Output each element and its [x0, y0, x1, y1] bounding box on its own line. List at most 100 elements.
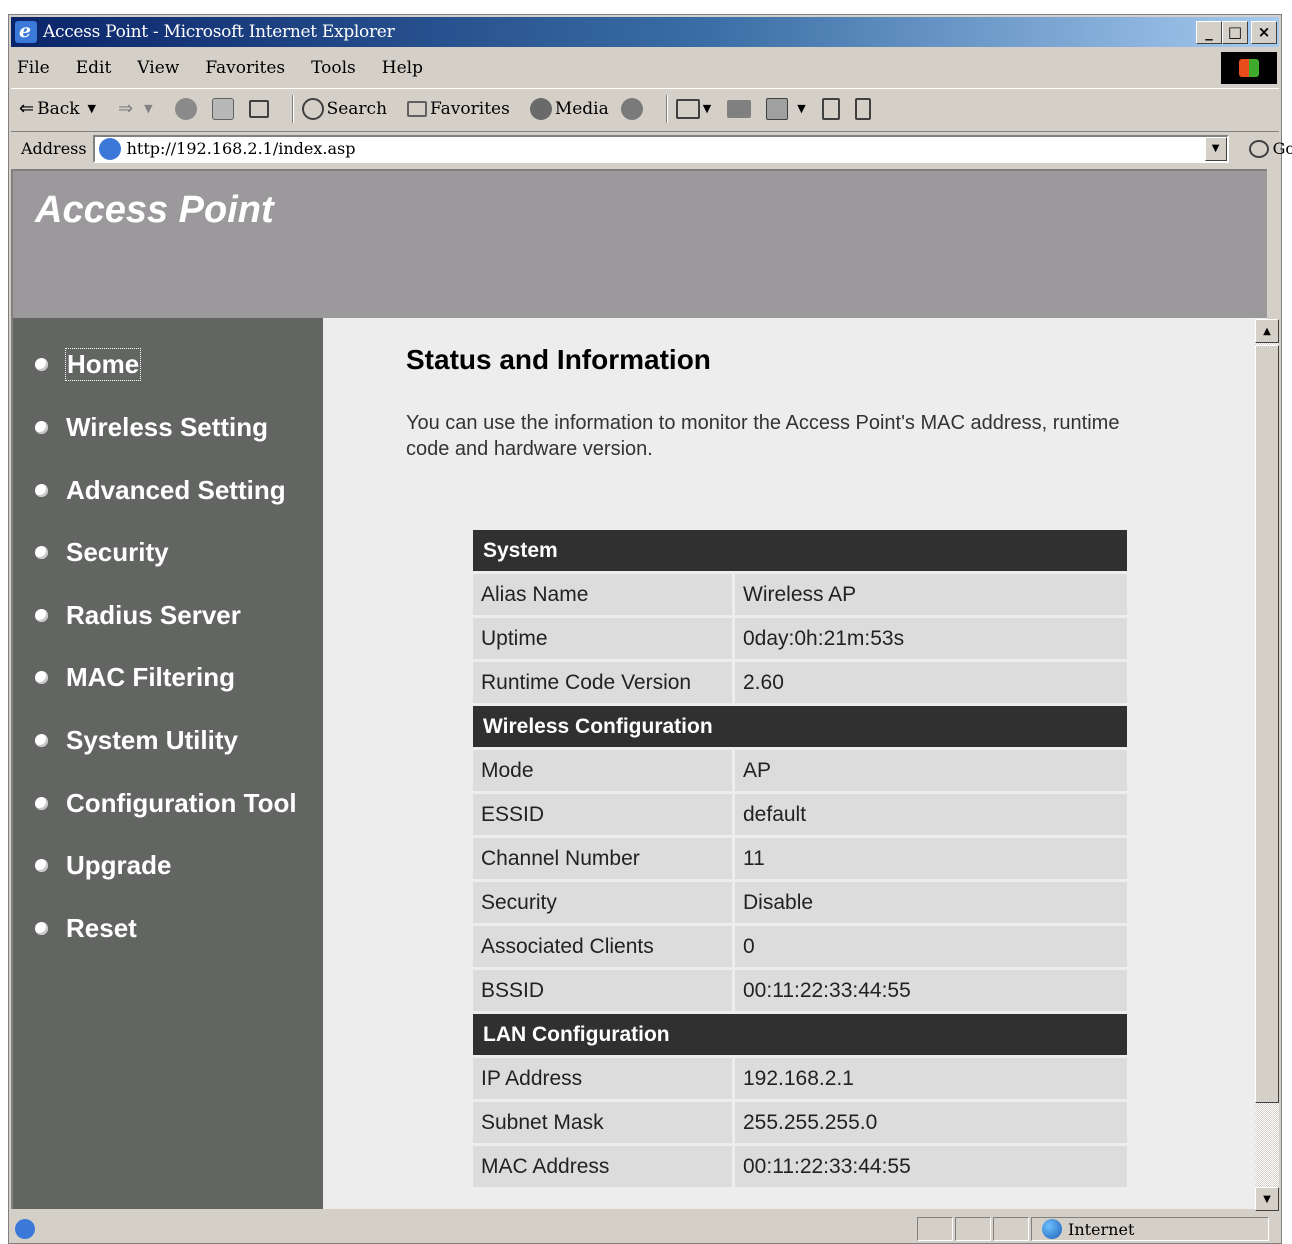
nav-item-wireless-setting[interactable]: Wireless Setting — [35, 407, 268, 447]
bullet-icon — [35, 608, 48, 622]
back-dropdown-icon[interactable]: ▼ — [88, 102, 96, 115]
home-button[interactable] — [248, 99, 272, 118]
main-content: Status and Information You can use the i… — [323, 318, 1267, 1209]
back-button[interactable]: ⇐ Back ▼ — [19, 98, 106, 119]
bullet-icon — [35, 858, 48, 872]
row-key: Runtime Code Version — [473, 662, 735, 703]
internet-globe-icon — [1042, 1219, 1062, 1239]
status-table: System Alias Name Wireless AP Uptime 0day:… — [473, 527, 1127, 1190]
history-button[interactable] — [620, 97, 646, 120]
toolbar-separator — [291, 94, 294, 123]
edit-button[interactable]: ▼ — [766, 97, 809, 120]
discuss-button[interactable] — [821, 97, 843, 120]
row-value: 192.168.2.1 — [735, 1058, 1127, 1099]
row-value: 2.60 — [735, 662, 1127, 703]
edit-dropdown-icon[interactable]: ▼ — [797, 102, 805, 115]
table-row: Alias Name Wireless AP — [473, 574, 1127, 615]
row-value: 00:11:22:33:44:55 — [735, 970, 1127, 1011]
history-icon — [620, 97, 643, 120]
media-button[interactable]: Media — [529, 97, 609, 120]
forward-dropdown-icon[interactable]: ▼ — [144, 102, 152, 115]
nav-item-security[interactable]: Security — [35, 532, 169, 572]
mail-button[interactable]: ▼ — [675, 98, 715, 119]
menu-file[interactable]: File — [17, 58, 50, 78]
table-row: ESSID default — [473, 794, 1127, 835]
nav-item-label: Reset — [66, 912, 137, 943]
bullet-icon — [35, 921, 48, 935]
nav-item-home[interactable]: Home — [35, 344, 142, 384]
go-button[interactable]: Go — [1248, 139, 1292, 158]
nav-item-reset[interactable]: Reset — [35, 908, 137, 948]
menu-help[interactable]: Help — [382, 58, 423, 78]
go-label: Go — [1272, 139, 1292, 158]
page-icon — [98, 137, 121, 160]
row-key: Channel Number — [473, 838, 735, 879]
table-row: Mode AP — [473, 750, 1127, 791]
maximize-button[interactable]: □ — [1222, 21, 1248, 44]
minimize-button[interactable]: _ — [1196, 21, 1222, 44]
edit-icon — [766, 97, 789, 120]
nav-item-mac-filtering[interactable]: MAC Filtering — [35, 657, 235, 697]
address-dropdown-icon[interactable]: ▼ — [1204, 136, 1227, 161]
standard-toolbar: ⇐ Back ▼ ⇒ ▼ Search Favorites Media ▼ ▼ — [11, 88, 1279, 128]
status-panel — [993, 1217, 1029, 1241]
refresh-button[interactable] — [211, 97, 237, 120]
section-header-lan: LAN Configuration — [473, 1014, 1127, 1055]
scroll-thumb[interactable] — [1255, 345, 1279, 1103]
media-label: Media — [554, 98, 609, 119]
address-input[interactable] — [126, 139, 1227, 158]
vertical-scrollbar[interactable]: ▲ ▼ — [1255, 319, 1279, 1211]
favorites-button[interactable]: Favorites — [407, 99, 510, 119]
scroll-down-icon[interactable]: ▼ — [1255, 1187, 1279, 1211]
bullet-icon — [35, 420, 48, 434]
nav-item-label: Security — [66, 536, 169, 567]
stop-button[interactable] — [174, 97, 200, 120]
menu-tools[interactable]: Tools — [311, 58, 356, 78]
table-row: Associated Clients 0 — [473, 926, 1127, 967]
print-button[interactable] — [727, 99, 754, 118]
security-zone-panel: Internet — [1031, 1217, 1269, 1241]
favorites-label: Favorites — [430, 98, 510, 119]
bullet-icon — [35, 733, 48, 747]
nav-item-configuration-tool[interactable]: Configuration Tool — [35, 783, 297, 823]
nav-item-upgrade[interactable]: Upgrade — [35, 845, 171, 885]
page-title: Status and Information — [406, 344, 711, 375]
status-panel — [955, 1217, 991, 1241]
print-icon — [727, 99, 752, 118]
row-value: 0day:0h:21m:53s — [735, 618, 1127, 659]
browser-window: Access Point - Microsoft Internet Explor… — [8, 14, 1292, 1244]
nav-item-label: System Utility — [66, 724, 238, 755]
address-field[interactable]: ▼ — [92, 134, 1229, 163]
table-row: IP Address 192.168.2.1 — [473, 1058, 1127, 1099]
mail-dropdown-icon[interactable]: ▼ — [703, 102, 711, 115]
menu-bar: File Edit View Favorites Tools Help — [11, 51, 1279, 85]
close-button[interactable]: × — [1251, 21, 1277, 44]
nav-item-label: Advanced Setting — [66, 474, 286, 505]
windows-logo-icon — [1221, 52, 1277, 84]
discuss-icon — [821, 97, 840, 120]
nav-item-advanced-setting[interactable]: Advanced Setting — [35, 470, 286, 510]
home-icon — [248, 99, 269, 118]
menu-view[interactable]: View — [137, 58, 179, 78]
table-row: Runtime Code Version 2.60 — [473, 662, 1127, 703]
nav-item-system-utility[interactable]: System Utility — [35, 720, 238, 760]
bullet-icon — [35, 670, 48, 684]
messenger-button[interactable] — [854, 97, 874, 120]
messenger-icon — [854, 97, 871, 120]
refresh-icon — [211, 97, 234, 120]
row-key: Security — [473, 882, 735, 923]
row-key: Mode — [473, 750, 735, 791]
search-button[interactable]: Search — [301, 97, 387, 120]
table-row: MAC Address 00:11:22:33:44:55 — [473, 1146, 1127, 1187]
nav-item-label: Wireless Setting — [66, 411, 269, 442]
scroll-up-icon[interactable]: ▲ — [1255, 319, 1279, 343]
row-value: 0 — [735, 926, 1127, 967]
ie-icon — [15, 20, 37, 43]
row-key: MAC Address — [473, 1146, 735, 1187]
row-key: IP Address — [473, 1058, 735, 1099]
menu-favorites[interactable]: Favorites — [205, 58, 285, 78]
menu-edit[interactable]: Edit — [76, 58, 112, 78]
forward-button[interactable]: ⇒ ▼ — [118, 98, 163, 119]
nav-item-radius-server[interactable]: Radius Server — [35, 595, 241, 635]
row-key: Subnet Mask — [473, 1102, 735, 1143]
